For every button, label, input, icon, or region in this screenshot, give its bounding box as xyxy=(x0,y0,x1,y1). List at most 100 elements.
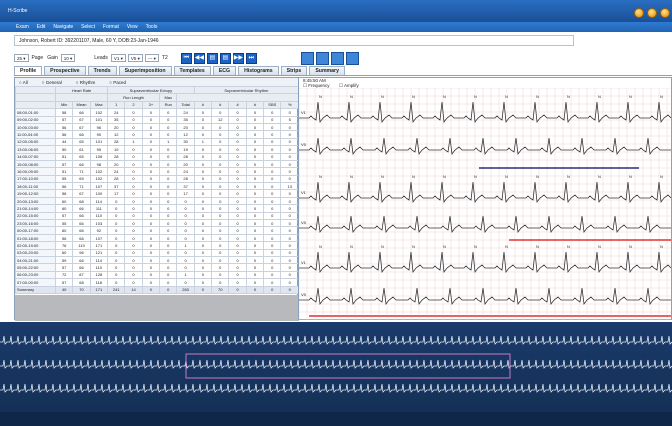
table-row[interactable]: 03:00-20:00 60 96 121 0 0 0 0 0 0 0 0 0 0 0 xyxy=(15,248,299,258)
table-cell: 0 xyxy=(263,241,282,250)
full-disclosure-panel[interactable] xyxy=(0,322,672,412)
prev-page-button[interactable]: ◀◀ xyxy=(193,52,205,64)
table-cell: 0 xyxy=(245,182,265,191)
column-header[interactable]: # xyxy=(211,100,230,110)
close-icon[interactable] xyxy=(660,8,670,18)
speed-select[interactable]: 25 ▾ xyxy=(14,54,29,62)
table-cell: 0 xyxy=(124,130,143,139)
table-row[interactable]: 21:00-14:00 60 66 111 0 0 0 0 0 0 0 0 0 0 0 xyxy=(15,204,299,213)
column-header[interactable]: # xyxy=(245,100,265,110)
table-row[interactable]: 18:00-11:00 56 71 107 37 0 0 0 37 0 0 0 0 0 13 xyxy=(15,182,299,191)
full-disclosure-strips[interactable] xyxy=(0,322,672,412)
lead2-select[interactable]: V5 ▾ xyxy=(127,54,143,62)
strip-view-button[interactable]: ▤ xyxy=(219,52,231,64)
maximize-icon[interactable] xyxy=(647,8,657,18)
table-row[interactable]: 05:00-22:00 57 66 110 0 0 0 0 0 0 0 0 0 0 0 xyxy=(15,263,299,272)
table-row[interactable]: 17:00-10:00 55 69 102 28 0 0 0 28 0 0 0 0 0 0 xyxy=(15,174,299,184)
table-cell: 0 xyxy=(263,211,282,221)
print-icon[interactable] xyxy=(345,51,359,65)
table-cell: 57 xyxy=(54,211,74,221)
table-cell: 24 xyxy=(107,108,126,117)
column-header[interactable]: 1 xyxy=(107,100,126,110)
table-row[interactable]: 09:00-02:00 57 67 101 35 0 0 0 35 0 12 0 0 0 5 xyxy=(15,115,299,124)
table-row[interactable]: 04:00-21:00 59 66 114 0 0 0 0 0 0 0 0 0 0 0 xyxy=(15,255,299,265)
tab-histograms[interactable]: Histograms xyxy=(238,66,279,75)
person-icon[interactable] xyxy=(315,51,329,65)
filter-rhythm[interactable]: ○ Rhythm xyxy=(76,80,95,85)
table-row[interactable]: 01:00-18:00 56 68 107 0 0 0 0 0 0 0 0 0 0 0 xyxy=(15,233,299,243)
lead-label: V5 xyxy=(301,220,307,225)
tab-superimposition[interactable]: Superimposition xyxy=(118,66,172,75)
table-cell: 58 xyxy=(54,189,74,198)
row-time: 16:00-09:00 xyxy=(15,167,56,176)
table-row[interactable]: 10:00-03:00 56 67 96 20 0 0 0 20 0 0 0 0 0 0 xyxy=(15,122,299,132)
tab-trends[interactable]: Trends xyxy=(87,66,117,75)
table-row[interactable]: 22:00-15:00 57 66 110 0 0 0 0 0 0 0 0 0 0 0 xyxy=(15,211,299,221)
table-row[interactable]: 12:00-05:00 44 65 101 28 1 0 1 30 1 0 0 0 0 0 xyxy=(15,137,299,147)
table-cell: 24 xyxy=(176,108,195,117)
filter-paced[interactable]: ○ Paced xyxy=(109,80,126,85)
table-cell: 0 xyxy=(228,263,247,272)
table-row[interactable]: 13:00-06:00 50 61 95 19 0 0 0 19 0 0 0 0 0 0 xyxy=(15,145,299,154)
column-header[interactable]: 2 xyxy=(124,100,143,110)
table-cell: 0 xyxy=(228,182,247,191)
lead3-select[interactable]: --- ▾ xyxy=(144,54,159,62)
table-row[interactable]: 06:00-23:00 72 87 128 0 0 0 0 1 0 0 0 0 0 0 xyxy=(15,270,299,280)
table-row[interactable]: 07:00-00:00 57 68 118 0 0 0 0 0 0 0 0 0 0 0 xyxy=(15,278,299,287)
table-row[interactable]: 23:00-16:00 55 66 103 0 0 0 0 0 0 0 0 0 0 0 xyxy=(15,219,299,228)
table-row[interactable]: 15:00-08:00 57 66 98 20 0 0 0 20 0 0 0 0 0 0 xyxy=(15,159,299,169)
menu-view[interactable]: View xyxy=(127,24,138,30)
table-row[interactable]: 19:00-12:00 58 67 100 17 0 0 0 17 0 0 0 0 0 0 xyxy=(15,189,299,198)
last-page-button[interactable]: ⏭ xyxy=(245,52,257,64)
table-cell: 12 xyxy=(211,115,230,124)
column-header[interactable]: Total xyxy=(176,100,195,110)
menu-exam[interactable]: Exam xyxy=(16,24,29,30)
table-row[interactable]: 08:00-01:00 58 66 102 24 0 0 0 24 0 0 0 0 0 0 xyxy=(15,108,299,117)
filter-all[interactable]: ○ All xyxy=(19,80,28,85)
first-page-button[interactable]: ⏮ xyxy=(180,52,192,64)
column-header[interactable]: Mean xyxy=(72,100,91,110)
menu-navigate[interactable]: Navigate xyxy=(53,24,73,30)
column-header[interactable]: # xyxy=(228,100,247,110)
table-cell: 0 xyxy=(263,226,282,235)
caliper-icon[interactable] xyxy=(300,51,314,65)
table-row[interactable]: 02:00-19:00 76 119 171 0 0 0 0 1 0 0 0 0 0 0 xyxy=(15,241,299,250)
page-view-button[interactable]: ▤ xyxy=(206,52,218,64)
table-row[interactable]: 00:00-17:00 60 66 92 0 0 0 0 0 0 0 0 0 0 0 xyxy=(15,226,299,235)
table-row[interactable]: 16:00-09:00 51 71 102 24 0 0 0 24 0 0 0 0 0 0 xyxy=(15,167,299,176)
table-cell: 0 xyxy=(193,255,213,265)
gain-select[interactable]: 10 ▾ xyxy=(60,54,76,62)
table-row[interactable]: 11:00-04:00 56 66 90 12 0 0 0 12 0 0 0 0 0 0 xyxy=(15,130,299,139)
column-header[interactable]: Max xyxy=(89,100,109,110)
column-header[interactable]: 3+ xyxy=(141,100,161,110)
table-cell: 0 xyxy=(141,159,161,169)
tab-summary[interactable]: Summary xyxy=(309,66,345,75)
ecg-strips[interactable]: N N N N N N N N N N N N N N N N N N N N N N N N N N N N N N N N N N N N V1 V5… xyxy=(299,88,671,320)
table-cell: 0 xyxy=(245,122,265,132)
report-icon[interactable] xyxy=(330,51,344,65)
column-header[interactable]: % xyxy=(280,100,299,110)
menu-edit[interactable]: Edit xyxy=(37,24,46,30)
table-row[interactable]: 20:00-13:00 60 68 114 0 0 0 0 0 0 0 0 0 0 0 xyxy=(15,196,299,206)
tab-templates[interactable]: Templates xyxy=(173,66,211,75)
tab-strips[interactable]: Strips xyxy=(280,66,308,75)
column-header[interactable]: Run xyxy=(159,100,178,110)
table-row[interactable]: 14:00-07:00 51 65 106 28 0 0 0 28 0 0 0 0 0 0 xyxy=(15,152,299,161)
menu-select[interactable]: Select xyxy=(81,24,95,30)
column-header[interactable]: SBS xyxy=(263,100,282,110)
tab-profile[interactable]: Profile xyxy=(14,66,43,75)
table-cell: 0 xyxy=(228,159,247,169)
next-page-button[interactable]: ▶▶ xyxy=(232,52,244,64)
tab-ecg[interactable]: ECG xyxy=(212,66,237,75)
minimize-icon[interactable] xyxy=(634,8,644,18)
menu-tools[interactable]: Tools xyxy=(146,24,158,30)
table-row[interactable]: Summary 40 70 171 241 14 0 0 263 0 70 0 0 0 0 xyxy=(15,285,299,294)
filter-general[interactable]: ○ General xyxy=(42,80,62,85)
column-header[interactable]: # xyxy=(193,100,213,110)
lead1-select[interactable]: V1 ▾ xyxy=(110,54,126,62)
table-cell: 0 xyxy=(263,285,282,294)
column-header[interactable]: Min xyxy=(54,100,74,110)
menu-format[interactable]: Format xyxy=(103,24,119,30)
tab-prospective[interactable]: Prospective xyxy=(44,66,86,75)
table-cell: 14 xyxy=(124,285,143,294)
